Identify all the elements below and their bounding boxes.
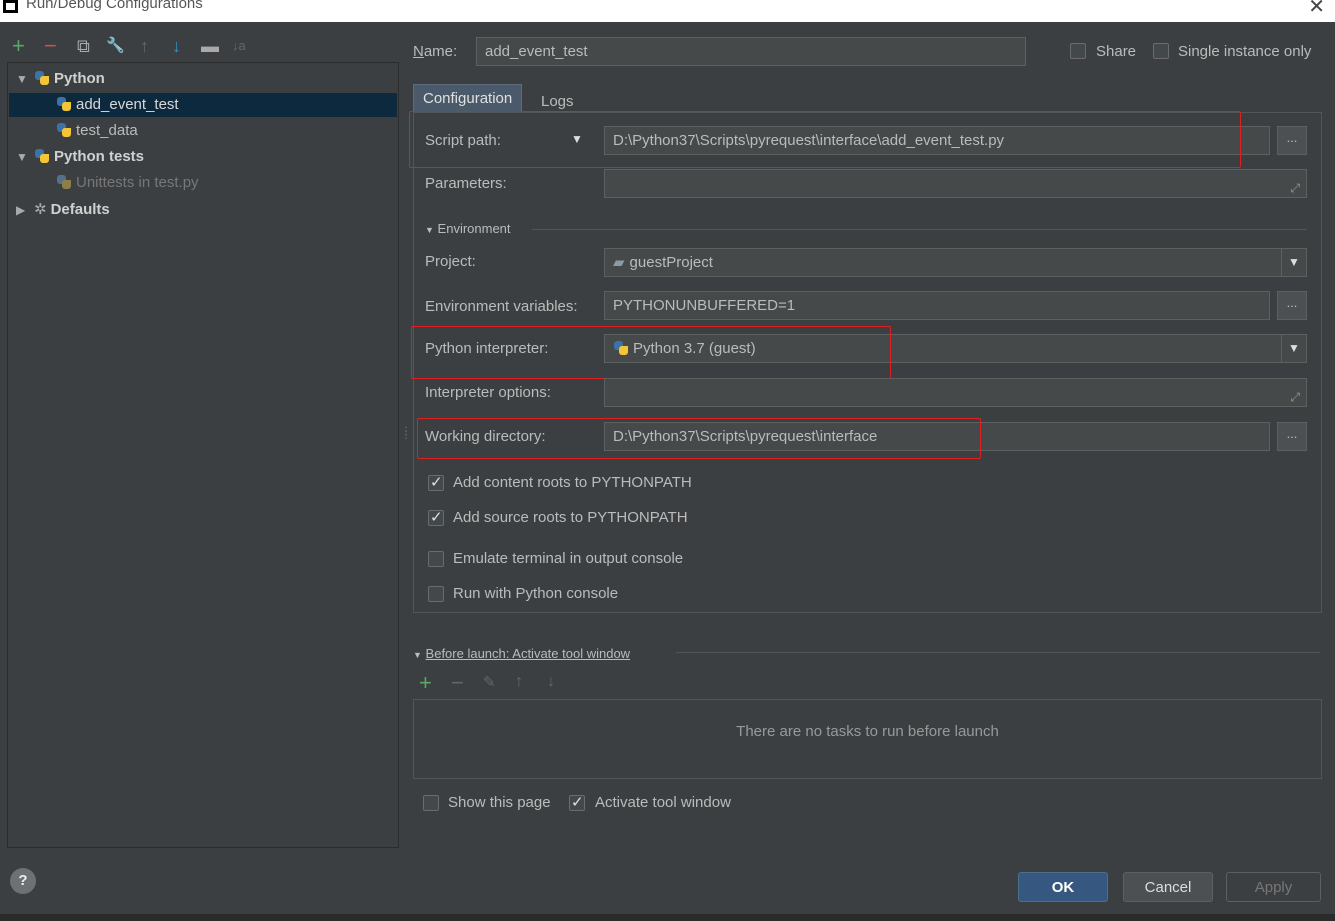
activate-tool-window-checkbox[interactable] <box>569 793 585 811</box>
share-checkbox[interactable] <box>1070 43 1086 59</box>
add-source-roots-label: Add source roots to PYTHONPATH <box>453 509 688 526</box>
emulate-terminal-checkbox[interactable] <box>428 551 444 567</box>
tree-label: Python <box>54 70 105 87</box>
project-label: Project: <box>425 253 476 270</box>
tree-label: Defaults <box>50 201 110 218</box>
interp-options-label: Interpreter options: <box>425 384 551 401</box>
browse-working-dir-button[interactable]: ... <box>1277 422 1307 451</box>
help-button[interactable]: ? <box>10 868 36 894</box>
title-bar: Run/Debug Configurations ✕ <box>0 0 1335 22</box>
tree-label: add_event_test <box>76 96 179 113</box>
folder-icon[interactable]: ▬ <box>201 36 219 56</box>
splitter-handle[interactable]: ⋮ ⋮ <box>401 427 411 441</box>
before-launch-section[interactable]: ▼ Before launch: Activate tool window <box>413 646 630 661</box>
environment-section[interactable]: ▼ Environment <box>425 221 511 236</box>
remove-task-icon[interactable]: − <box>451 670 464 696</box>
python-icon <box>56 96 72 112</box>
edit-defaults-icon[interactable]: 🔧 <box>106 36 125 56</box>
chevron-down-icon: ▼ <box>425 225 434 235</box>
add-source-roots-checkbox[interactable] <box>428 508 444 526</box>
tree-item-unittests[interactable]: Unittests in test.py <box>56 171 199 195</box>
bottom-edge <box>0 914 1335 921</box>
chevron-down-icon: ▼ <box>413 650 422 660</box>
chevron-down-icon[interactable]: ▼ <box>16 145 34 169</box>
interp-options-field[interactable]: ⤢ <box>604 378 1307 407</box>
env-vars-field[interactable]: PYTHONUNBUFFERED=1 <box>604 291 1270 320</box>
tree-item-test-data[interactable]: test_data <box>56 119 138 143</box>
tree-group-python[interactable]: ▼ Python <box>16 67 105 91</box>
before-launch-header: Before launch: Activate tool window <box>425 646 631 661</box>
tree-item-add-event-test[interactable]: add_event_test <box>9 93 397 117</box>
name-label: Name: <box>413 43 458 60</box>
emulate-terminal-label: Emulate terminal in output console <box>453 550 684 567</box>
move-down-icon[interactable]: ↓ <box>172 36 181 56</box>
move-up-icon[interactable]: ↑ <box>140 36 149 56</box>
run-with-console-label: Run with Python console <box>453 585 619 602</box>
python-icon <box>56 174 72 190</box>
run-with-console-checkbox[interactable] <box>428 586 444 602</box>
show-page-checkbox[interactable] <box>423 795 439 811</box>
tree-group-python-tests[interactable]: ▼ Python tests <box>16 145 144 169</box>
edit-env-vars-button[interactable]: ... <box>1277 291 1307 320</box>
environment-header: Environment <box>437 221 511 236</box>
python-icon <box>34 70 50 86</box>
tree-label: Python tests <box>54 148 145 165</box>
app-icon <box>3 0 18 13</box>
parameters-field[interactable]: ⤢ <box>604 169 1307 198</box>
python-tests-icon <box>34 148 50 164</box>
tree-label: test_data <box>76 122 138 139</box>
highlight-box <box>409 111 1241 168</box>
project-value: guestProject <box>629 254 713 271</box>
expand-icon[interactable]: ⤢ <box>1290 384 1300 406</box>
ok-button[interactable]: OK <box>1018 872 1108 902</box>
chevron-right-icon[interactable]: ▶ <box>16 198 34 222</box>
move-task-down-icon[interactable]: ↓ <box>547 673 555 691</box>
remove-icon[interactable]: − <box>44 35 57 57</box>
show-page-label: Show this page <box>448 794 551 811</box>
add-icon[interactable]: + <box>12 35 25 57</box>
project-select[interactable]: ▰ guestProject ▼ <box>604 248 1307 277</box>
empty-tasks-message: There are no tasks to run before launch <box>736 723 999 740</box>
parameters-label: Parameters: <box>425 175 507 192</box>
move-task-up-icon[interactable]: ↑ <box>515 673 523 691</box>
tasks-list[interactable]: There are no tasks to run before launch <box>413 699 1322 779</box>
tab-configuration[interactable]: Configuration <box>413 84 523 112</box>
apply-button[interactable]: Apply <box>1226 872 1321 902</box>
add-content-roots-label: Add content roots to PYTHONPATH <box>453 474 692 491</box>
activate-tool-window-label: Activate tool window <box>595 794 731 811</box>
name-field[interactable]: add_event_test <box>476 37 1026 66</box>
edit-task-icon[interactable]: ✎ <box>483 673 496 691</box>
highlight-box <box>417 418 981 459</box>
add-task-icon[interactable]: + <box>419 670 432 696</box>
window-title: Run/Debug Configurations <box>26 0 203 12</box>
chevron-down-icon[interactable]: ▼ <box>1281 335 1306 362</box>
close-icon[interactable]: ✕ <box>1308 0 1325 19</box>
share-label: Share <box>1096 43 1137 60</box>
project-folder-icon: ▰ <box>613 254 625 271</box>
highlight-box <box>411 326 891 379</box>
env-vars-label: Environment variables: <box>425 298 578 315</box>
chevron-down-icon[interactable]: ▼ <box>16 67 34 91</box>
browse-script-button[interactable]: ... <box>1277 126 1307 155</box>
cancel-button[interactable]: Cancel <box>1123 872 1213 902</box>
tree-label: Unittests in test.py <box>76 174 199 191</box>
chevron-down-icon[interactable]: ▼ <box>1281 249 1306 276</box>
add-content-roots-checkbox[interactable] <box>428 473 444 491</box>
expand-icon[interactable]: ⤢ <box>1290 175 1300 197</box>
copy-icon[interactable]: ⧉ <box>77 36 90 56</box>
single-instance-checkbox[interactable] <box>1153 43 1169 59</box>
single-instance-label: Single instance only <box>1178 43 1312 60</box>
sort-icon[interactable]: ↓a <box>232 36 246 56</box>
configurations-tree[interactable]: ▼ Python add_event_test test_data ▼ Python… <box>7 62 399 848</box>
wrench-icon: ✲ <box>34 201 47 218</box>
python-icon <box>56 122 72 138</box>
tree-group-defaults[interactable]: ▶ ✲ Defaults <box>16 198 110 222</box>
